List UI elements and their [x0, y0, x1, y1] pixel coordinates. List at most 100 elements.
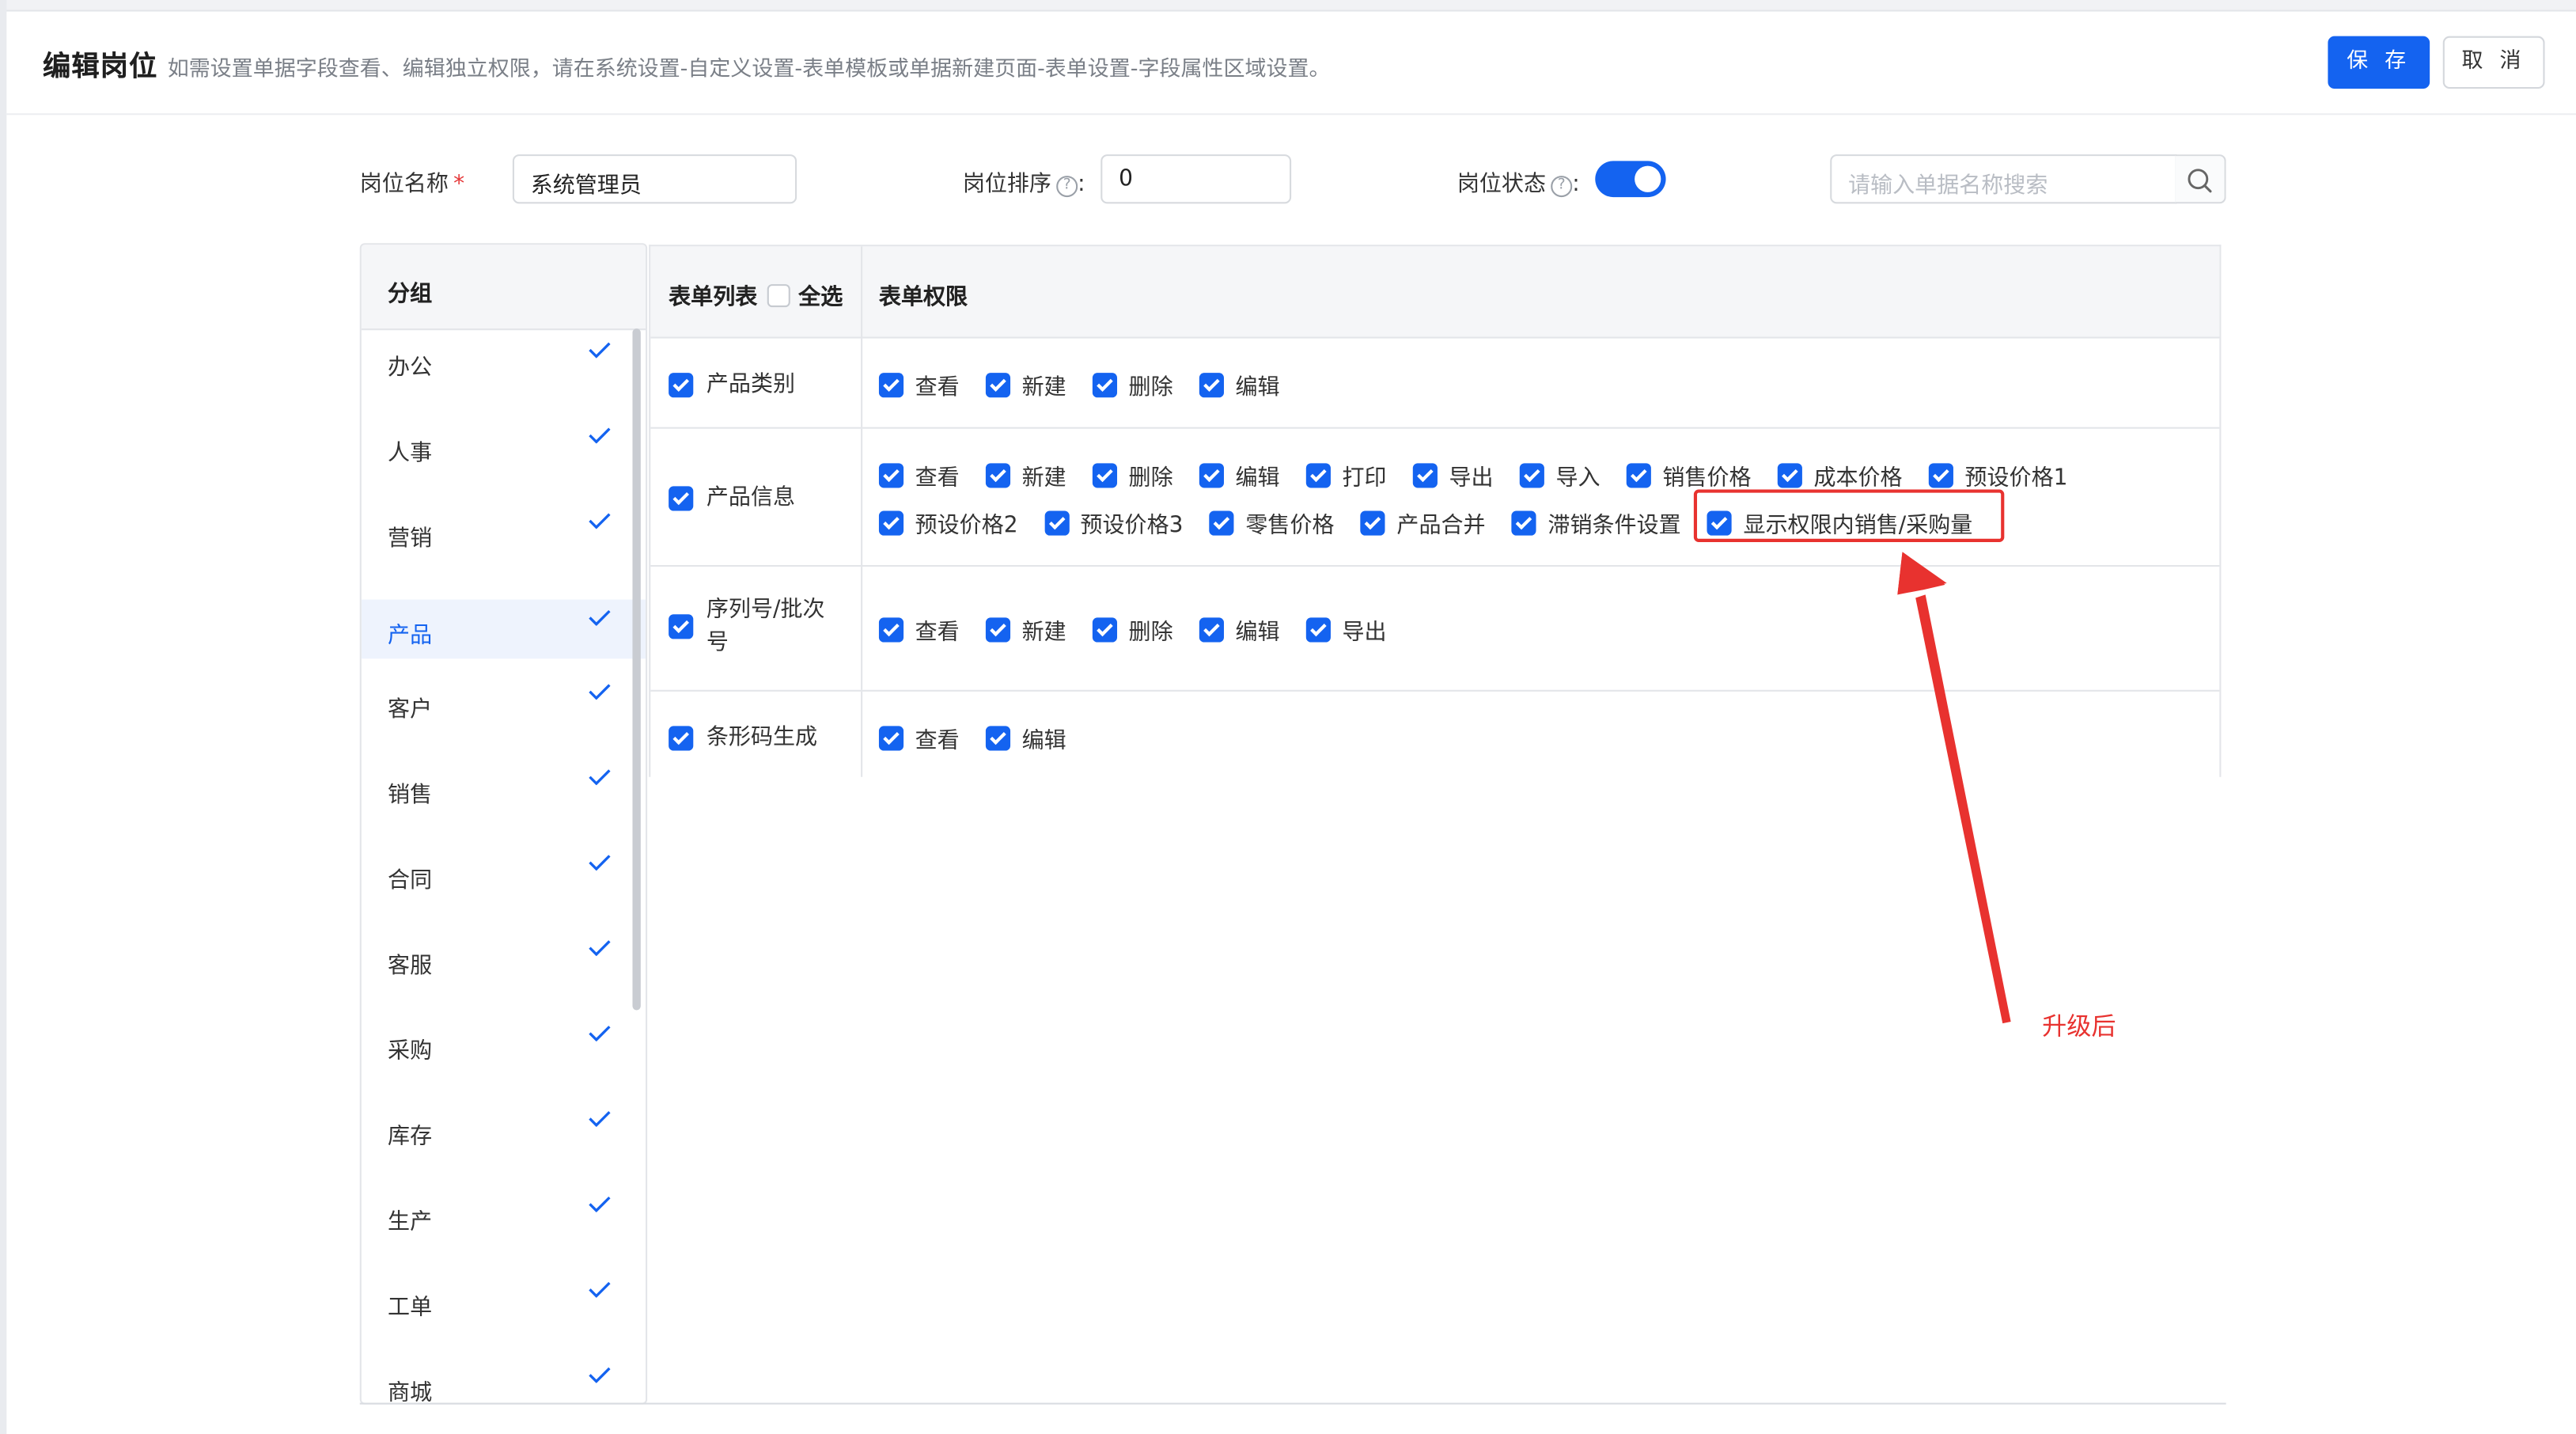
permission-checkbox-item[interactable]: 查看	[878, 613, 960, 646]
checkbox-checked-icon[interactable]	[1199, 462, 1224, 487]
group-item[interactable]: 产品	[361, 599, 646, 659]
checkbox-checked-icon[interactable]	[1199, 372, 1224, 397]
checkbox-checked-icon[interactable]	[1092, 462, 1118, 487]
checkbox-checked-icon[interactable]	[1305, 616, 1331, 642]
checkbox-checked-icon[interactable]	[985, 462, 1011, 487]
check-icon	[589, 513, 611, 529]
group-scrollbar[interactable]	[632, 328, 641, 1011]
permission-checkbox-item[interactable]: 编辑	[1199, 368, 1280, 400]
checkbox-checked-icon[interactable]	[1305, 462, 1331, 487]
permission-row: 序列号/批次号 查看 新建 删除 编辑 导出	[650, 567, 2220, 692]
group-item[interactable]: 人事	[362, 415, 646, 501]
permission-checkbox-item[interactable]: 产品合并	[1360, 506, 1486, 539]
permission-checkbox-item[interactable]: 打印	[1305, 458, 1387, 491]
checkbox-checked-icon[interactable]	[1092, 616, 1118, 642]
position-order-input[interactable]: 0	[1100, 154, 1292, 204]
group-item[interactable]: 合同	[362, 843, 646, 928]
group-item[interactable]: 生产	[362, 1185, 646, 1270]
permission-line: 查看 新建 删除 编辑 打印 导出 导入 销售价格 成本价格 预设价格1	[878, 458, 2094, 491]
permission-checkbox-item[interactable]: 编辑	[1199, 458, 1280, 491]
checkbox-checked-icon[interactable]	[878, 510, 904, 535]
checkbox-checked-icon[interactable]	[985, 372, 1011, 397]
group-item[interactable]: 客服	[362, 928, 646, 1014]
group-item-label: 办公	[388, 355, 433, 381]
checkbox-checked-icon[interactable]	[1092, 372, 1118, 397]
group-item[interactable]: 客户	[362, 672, 646, 757]
checkbox-checked-icon[interactable]	[1199, 616, 1224, 642]
permission-checkbox-item[interactable]: 新建	[985, 368, 1066, 400]
permission-checkbox-item[interactable]: 新建	[985, 613, 1066, 646]
permission-checkbox-item[interactable]: 新建	[985, 458, 1066, 491]
checkbox-checked-icon[interactable]	[1511, 510, 1536, 535]
permission-checkbox-item[interactable]: 查看	[878, 368, 960, 400]
permission-checkbox-item[interactable]: 预设价格1	[1928, 458, 2067, 491]
group-item[interactable]: 工单	[362, 1269, 646, 1355]
permission-checkbox-item[interactable]: 编辑	[985, 721, 1066, 754]
check-icon	[589, 769, 611, 786]
permission-checkbox-item[interactable]: 导入	[1519, 458, 1601, 491]
search-icon	[2188, 169, 2212, 193]
checkbox-checked-icon[interactable]	[878, 372, 904, 397]
permission-checkbox-item[interactable]: 删除	[1092, 368, 1173, 401]
checkbox-checked-icon[interactable]	[878, 462, 904, 487]
checkbox-checked-icon[interactable]	[1412, 462, 1438, 487]
group-item-label: 客户	[388, 696, 433, 723]
permission-checkbox-item[interactable]: 滞销条件设置	[1511, 506, 1681, 539]
position-name-input[interactable]: 系统管理员	[512, 154, 797, 204]
permission-checkbox-item[interactable]: 编辑	[1199, 613, 1280, 646]
permission-checkbox-item[interactable]: 删除	[1092, 613, 1173, 646]
group-item[interactable]: 办公	[362, 330, 646, 415]
checkbox-checked-icon[interactable]	[1626, 462, 1651, 487]
permission-checkbox-item[interactable]: 预设价格2	[878, 506, 1018, 539]
check-icon	[589, 342, 611, 358]
group-item[interactable]: 采购	[362, 1014, 646, 1099]
group-item[interactable]: 营销	[362, 501, 646, 586]
row-checkbox[interactable]	[669, 725, 694, 750]
permission-label: 删除	[1128, 619, 1173, 646]
checkbox-checked-icon[interactable]	[1044, 510, 1069, 535]
group-list: 办公人事营销产品客户销售 合同客服采购 库存 生产 工单 商城	[361, 330, 646, 1403]
help-circle-icon[interactable]: ?	[1056, 176, 1078, 198]
row-checkbox[interactable]	[669, 613, 694, 639]
checkbox-checked-icon[interactable]	[878, 616, 904, 642]
form-search-input[interactable]: 请输入单据名称搜索	[1830, 154, 2177, 204]
checkbox-checked-icon[interactable]	[1519, 462, 1544, 487]
permission-checkbox-item[interactable]: 预设价格3	[1044, 506, 1183, 539]
checkbox-checked-icon[interactable]	[985, 616, 1011, 642]
permission-label: 查看	[915, 619, 960, 646]
checkbox-checked-icon[interactable]	[985, 725, 1011, 750]
permission-checkbox-item[interactable]: 删除	[1092, 458, 1173, 491]
row-checkbox[interactable]	[669, 372, 694, 397]
search-button[interactable]	[2175, 154, 2226, 204]
group-item-label: 人事	[388, 440, 433, 467]
save-button[interactable]: 保 存	[2328, 36, 2430, 89]
help-circle-icon[interactable]: ?	[1551, 176, 1573, 198]
position-status-toggle[interactable]	[1595, 161, 1666, 198]
checkbox-checked-icon[interactable]	[878, 725, 904, 750]
form-row-name: 产品信息	[669, 481, 841, 514]
permission-label: 删除	[1128, 374, 1173, 401]
permission-checkbox-item[interactable]: 查看	[878, 721, 960, 754]
permission-checkbox-item[interactable]: 导出	[1305, 613, 1387, 646]
check-icon	[589, 1367, 611, 1383]
group-item-label: 客服	[388, 952, 433, 980]
permission-checkbox-item[interactable]: 销售价格	[1626, 458, 1752, 491]
group-item[interactable]: 库存	[362, 1099, 646, 1185]
form-row-label: 条形码生成	[706, 724, 818, 751]
checkbox-checked-icon[interactable]	[1209, 510, 1234, 535]
checkbox-checked-icon[interactable]	[1777, 462, 1802, 487]
permission-checkbox-item[interactable]: 查看	[878, 458, 960, 491]
permission-label: 预设价格2	[915, 512, 1018, 539]
page-title: 编辑岗位	[42, 51, 158, 84]
permission-checkbox-item[interactable]: 成本价格	[1777, 458, 1903, 491]
permission-label: 产品合并	[1396, 512, 1486, 539]
checkbox-checked-icon[interactable]	[1928, 462, 1953, 487]
group-item[interactable]: 商城	[362, 1355, 646, 1403]
permission-checkbox-item[interactable]: 零售价格	[1209, 506, 1335, 539]
group-item[interactable]: 销售	[362, 757, 646, 843]
select-all-checkbox[interactable]	[767, 284, 790, 308]
cancel-button[interactable]: 取 消	[2442, 36, 2545, 89]
row-checkbox[interactable]	[669, 485, 694, 510]
checkbox-checked-icon[interactable]	[1360, 510, 1385, 535]
permission-checkbox-item[interactable]: 导出	[1412, 458, 1494, 491]
